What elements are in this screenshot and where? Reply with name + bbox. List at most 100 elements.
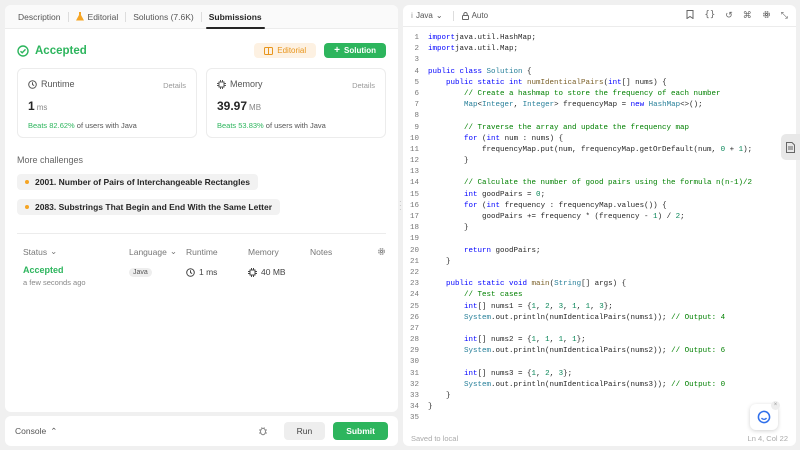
cursor-position: Ln 4, Col 22: [747, 433, 788, 443]
editorial-button-label: Editorial: [277, 46, 307, 55]
left-panel: Description Editorial Solutions (7.6K) S…: [5, 5, 398, 412]
gear-icon[interactable]: [377, 247, 386, 256]
memory-card[interactable]: Memory Details 39.97 MB Beats 53.83% of u…: [206, 68, 386, 138]
code-line[interactable]: 20 return goodPairs;: [403, 246, 796, 257]
code-text: }: [428, 157, 469, 166]
code-line[interactable]: 19: [403, 234, 796, 245]
console-toggle[interactable]: Console ⌃: [15, 426, 57, 437]
code-text: public static void main(String[] args) {: [446, 280, 627, 289]
code-area[interactable]: 1 importjava.util.HashMap; 2 importjava.uti…: [403, 33, 796, 425]
mode-toggle[interactable]: Auto: [461, 11, 489, 20]
runtime-details-link[interactable]: Details: [163, 81, 186, 90]
code-line[interactable]: 25 int[] nums1 = {1, 2, 3, 1, 1, 3};: [403, 302, 796, 313]
code-line[interactable]: 34}: [403, 402, 796, 413]
runtime-column-header: Runtime: [186, 246, 218, 257]
code-line[interactable]: 4 public class Solution {: [403, 67, 796, 78]
language-column-header[interactable]: Language ⌄: [129, 246, 186, 257]
language-badge: Java: [129, 268, 152, 277]
code-line[interactable]: 18 }: [403, 223, 796, 234]
code-line[interactable]: 26 System.out.println(numIdenticalPairs(…: [403, 313, 796, 324]
line-number: 18: [409, 224, 419, 233]
braces-icon[interactable]: {}: [704, 10, 715, 21]
code-line[interactable]: 1 importjava.util.HashMap;: [403, 33, 796, 44]
code-line[interactable]: 3: [403, 55, 796, 66]
language-select[interactable]: ⅰ Java ⌄: [411, 11, 443, 20]
code-text: return goodPairs;: [464, 246, 541, 255]
code-line[interactable]: 31 int[] nums3 = {1, 2, 3};: [403, 369, 796, 380]
code-line[interactable]: 28 int[] nums2 = {1, 1, 1, 1};: [403, 335, 796, 346]
line-number: 32: [409, 380, 419, 389]
code-line[interactable]: 7 Map<Integer, Integer> frequencyMap = n…: [403, 100, 796, 111]
submissions-table-header: Status ⌄ Language ⌄ Runtime Memory Notes: [5, 234, 398, 257]
command-icon[interactable]: ⌘: [743, 10, 752, 21]
line-number: 30: [409, 358, 419, 367]
line-number: 35: [409, 414, 419, 423]
code-line[interactable]: 14 // Calculate the number of good pairs…: [403, 178, 796, 189]
solution-button[interactable]: + Solution: [324, 43, 386, 58]
code-line[interactable]: 35: [403, 413, 796, 424]
code-text: int[] nums2 = {1, 1, 1, 1};: [464, 336, 586, 345]
bookmark-icon[interactable]: [686, 10, 694, 19]
code-line[interactable]: 6 // Create a hashmap to store the frequ…: [403, 89, 796, 100]
bug-icon[interactable]: [258, 426, 268, 436]
tab-submissions[interactable]: Submissions: [202, 5, 269, 29]
close-icon[interactable]: ×: [771, 401, 780, 410]
code-text: }: [428, 224, 469, 233]
code-line[interactable]: 12 }: [403, 156, 796, 167]
result-actions: Editorial + Solution: [254, 43, 386, 58]
side-note-tab[interactable]: [781, 134, 800, 160]
difficulty-dot: [25, 180, 29, 184]
code-line[interactable]: 10 for (int num : nums) {: [403, 134, 796, 145]
tab-editorial[interactable]: Editorial: [69, 5, 126, 29]
reset-icon[interactable]: ↺: [725, 10, 733, 21]
mode-label: Auto: [471, 11, 489, 20]
code-line[interactable]: 17 goodPairs += frequency * (frequency -…: [403, 212, 796, 223]
status-column-header[interactable]: Status ⌄: [23, 246, 129, 257]
runtime-value: 1 ms: [28, 99, 186, 113]
code-line[interactable]: 30: [403, 357, 796, 368]
challenge-item[interactable]: 2001. Number of Pairs of Interchangeable…: [17, 174, 258, 190]
collapse-icon[interactable]: ⤡: [781, 10, 788, 21]
line-number: 12: [409, 157, 419, 166]
line-number: 8: [414, 112, 419, 121]
code-text: public class Solution {: [428, 67, 532, 76]
memory-details-link[interactable]: Details: [352, 81, 375, 90]
code-line[interactable]: 27: [403, 324, 796, 335]
code-line[interactable]: 21 }: [403, 257, 796, 268]
code-line[interactable]: 16 for (int frequency : frequencyMap.val…: [403, 201, 796, 212]
code-line[interactable]: 5 public static int numIdenticalPairs(in…: [403, 78, 796, 89]
code-line[interactable]: 24 // Test cases: [403, 290, 796, 301]
code-line[interactable]: 33 }: [403, 391, 796, 402]
code-line[interactable]: 8: [403, 111, 796, 122]
code-line[interactable]: 11 frequencyMap.put(num, frequencyMap.ge…: [403, 145, 796, 156]
line-number: 29: [409, 347, 419, 356]
submit-button[interactable]: Submit: [333, 422, 388, 440]
tab-solutions[interactable]: Solutions (7.6K): [126, 5, 200, 29]
code-editor-panel: ⅰ Java ⌄ Auto {} ↺ ⌘ ⤡ 1 importjava.util.…: [403, 5, 796, 446]
code-line[interactable]: 15 int goodPairs = 0;: [403, 190, 796, 201]
code-line[interactable]: 23 public static void main(String[] args…: [403, 279, 796, 290]
status-value[interactable]: Accepted: [23, 265, 129, 275]
table-row[interactable]: Accepted a few seconds ago Java 1 ms 40 …: [5, 257, 398, 287]
runtime-card[interactable]: Runtime Details 1 ms Beats 82.62% of user…: [17, 68, 197, 138]
run-button[interactable]: Run: [283, 422, 326, 440]
code-line[interactable]: 9 // Traverse the array and update the f…: [403, 123, 796, 134]
flask-icon: [75, 12, 84, 21]
code-line[interactable]: 29 System.out.println(numIdenticalPairs(…: [403, 346, 796, 357]
challenge-item[interactable]: 2083. Substrings That Begin and End With…: [17, 199, 281, 215]
code-line[interactable]: 22: [403, 268, 796, 279]
code-line[interactable]: 13: [403, 167, 796, 178]
gear-icon[interactable]: [762, 10, 771, 19]
drag-handle[interactable]: · · ·: [399, 198, 402, 214]
tab-description[interactable]: Description: [11, 5, 68, 29]
accepted-title: Accepted: [17, 45, 87, 57]
save-status: Saved to local: [411, 433, 459, 443]
editor-icons: {} ↺ ⌘ ⤡: [686, 10, 788, 21]
accepted-label: Accepted: [35, 44, 87, 57]
line-number: 3: [414, 56, 419, 65]
plus-icon: +: [334, 45, 340, 56]
code-line[interactable]: 32 System.out.println(numIdenticalPairs(…: [403, 380, 796, 391]
code-line[interactable]: 2 importjava.util.Map;: [403, 44, 796, 55]
editorial-button[interactable]: Editorial: [254, 43, 317, 58]
memory-beats-suffix: of users with Java: [265, 121, 326, 130]
